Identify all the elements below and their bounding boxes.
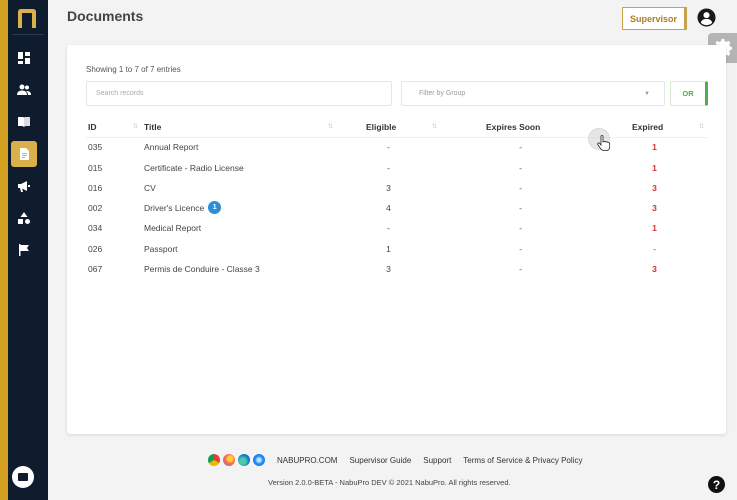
cell-expired: 1	[652, 163, 657, 173]
cell-id: 026	[88, 244, 103, 254]
cell-id: 034	[88, 223, 103, 233]
cell-id: 035	[88, 142, 103, 152]
cell-title: Driver's Licence	[144, 203, 205, 213]
flag-icon	[19, 244, 29, 256]
sidebar-item-documents[interactable]	[11, 141, 37, 167]
dashboard-icon	[18, 52, 30, 64]
count-badge: 1	[208, 201, 222, 215]
cell-expires-soon: -	[519, 183, 522, 193]
sidebar-item-shapes[interactable]	[11, 205, 37, 231]
footer-link-nabupro[interactable]: NABUPRO.COM	[277, 456, 337, 465]
header-divider	[86, 137, 708, 138]
sidebar-toggle-button[interactable]	[12, 466, 34, 488]
table-row[interactable]: 067 Permis de Conduire - Classe 3 3 - 3	[67, 263, 726, 283]
sort-icon: ⇅	[328, 124, 334, 130]
cell-expired: -	[653, 244, 656, 254]
cell-id: 016	[88, 183, 103, 193]
sidebar	[8, 0, 48, 500]
cell-title-wrapper: Driver's Licence 1	[144, 201, 222, 215]
footer-link-supervisor-guide[interactable]: Supervisor Guide	[349, 456, 411, 465]
table-row[interactable]: 035 Annual Report - - 1	[67, 141, 726, 161]
cell-title: Passport	[144, 244, 178, 254]
sort-icon: ⇅	[432, 124, 438, 130]
cell-id: 015	[88, 163, 103, 173]
footer-link-terms[interactable]: Terms of Service & Privacy Policy	[463, 456, 582, 465]
sort-icon: ⇅	[133, 124, 139, 130]
book-icon	[18, 117, 30, 127]
sidebar-item-dashboard[interactable]	[11, 45, 37, 71]
toggle-icon	[18, 473, 28, 481]
window-edge-strip	[0, 0, 8, 500]
cell-expired: 3	[652, 203, 657, 213]
cell-title: CV	[144, 183, 156, 193]
cell-expires-soon: -	[519, 203, 522, 213]
cell-eligible: 3	[386, 183, 391, 193]
cell-title: Annual Report	[144, 142, 199, 152]
supervisor-button[interactable]: Supervisor	[622, 7, 687, 30]
sort-icon: ⇅	[699, 124, 705, 130]
cell-expires-soon: -	[519, 223, 522, 233]
cell-expired: 3	[652, 183, 657, 193]
sidebar-item-flags[interactable]	[11, 237, 37, 263]
cell-eligible: 1	[386, 244, 391, 254]
search-input[interactable]	[86, 81, 392, 106]
cell-expired: 3	[652, 264, 657, 274]
chevron-down-icon: ▼	[644, 90, 650, 97]
cell-expired: 1	[652, 223, 657, 233]
logo-divider	[12, 34, 44, 35]
cell-eligible: -	[387, 223, 390, 233]
hand-pointer-icon	[597, 135, 610, 151]
table-row[interactable]: 002 Driver's Licence 1 4 - 3	[67, 201, 726, 222]
cell-title: Certificate - Radio License	[144, 163, 244, 173]
or-toggle-button[interactable]: OR	[670, 81, 708, 106]
cell-eligible: 4	[386, 203, 391, 213]
cell-id: 067	[88, 264, 103, 274]
cell-title: Medical Report	[144, 223, 202, 233]
documents-card: Showing 1 to 7 of 7 entries Filter by Gr…	[67, 45, 726, 434]
entries-count: Showing 1 to 7 of 7 entries	[86, 65, 181, 74]
cell-eligible: -	[387, 142, 390, 152]
group-filter-select[interactable]: Filter by Group ▼	[401, 81, 665, 106]
table-row[interactable]: 016 CV 3 - 3	[67, 182, 726, 202]
version-text: Version 2.0.0-BETA - NabuPro DEV © 2021 …	[268, 478, 511, 487]
cell-eligible: 3	[386, 264, 391, 274]
column-header-id[interactable]: ID	[88, 122, 97, 132]
help-icon[interactable]: ?	[708, 476, 725, 493]
column-header-expires-soon[interactable]: Expires Soon	[486, 122, 540, 132]
cell-expires-soon: -	[519, 264, 522, 274]
column-header-expired[interactable]: Expired	[632, 122, 663, 132]
cell-id: 002	[88, 203, 103, 213]
column-header-title[interactable]: Title	[144, 122, 161, 132]
table-row[interactable]: 026 Passport 1 - -	[67, 243, 726, 263]
cell-expires-soon: -	[519, 163, 522, 173]
firefox-icon	[223, 454, 235, 466]
group-filter-placeholder: Filter by Group	[419, 90, 466, 97]
table-row[interactable]: 015 Certificate - Radio License - - 1	[67, 162, 726, 182]
cell-expires-soon: -	[519, 244, 522, 254]
chrome-icon	[208, 454, 220, 466]
table-row[interactable]: 034 Medical Report - - 1	[67, 222, 726, 242]
user-account-icon[interactable]	[697, 8, 716, 27]
safari-icon	[253, 454, 265, 466]
sidebar-item-users[interactable]	[11, 77, 37, 103]
logo-icon[interactable]	[16, 8, 38, 28]
cell-expired: 1	[652, 142, 657, 152]
cell-title: Permis de Conduire - Classe 3	[144, 264, 260, 274]
cell-eligible: -	[387, 163, 390, 173]
column-header-eligible[interactable]: Eligible	[366, 122, 396, 132]
footer-link-support[interactable]: Support	[423, 456, 451, 465]
sidebar-item-library[interactable]	[11, 109, 37, 135]
megaphone-icon	[18, 181, 30, 192]
page-title: Documents	[67, 8, 144, 24]
edge-icon	[238, 454, 250, 466]
users-icon	[17, 84, 31, 95]
cell-expires-soon: -	[519, 142, 522, 152]
document-icon	[20, 148, 29, 160]
sidebar-item-announcements[interactable]	[11, 173, 37, 199]
shapes-icon	[18, 212, 30, 224]
footer-links: NABUPRO.COM Supervisor Guide Support Ter…	[208, 452, 582, 468]
